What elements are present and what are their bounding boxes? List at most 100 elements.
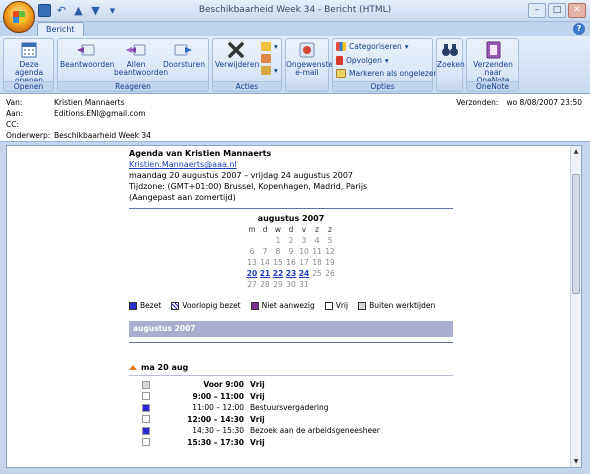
junk-mail-icon [299,42,315,58]
calendar-grid: m d w d v z z 1 2 3 4 5 6 7 8 9 10 11 12 13 14 15 16 17 18 19 20 21… [236,225,346,289]
group-onenote: Verzenden naar OneNote OneNote [466,38,519,92]
ribbon: Deze agenda openen Openen Beantwoorden A… [0,36,590,94]
agenda-dst: (Aangepast aan zomertijd) [129,193,236,202]
office-button[interactable] [3,1,35,33]
title-bar: ↶ ▲ ▼ ▾ Beschikbaarheid Week 34 - Berich… [0,0,590,33]
day-divider [129,375,453,376]
legend-item: Bezet [129,301,161,310]
calendar-day-header: d [288,225,294,234]
legend-label: Buiten werktijden [369,301,436,310]
mini-calendar: augustus 2007 m d w d v z z 1 2 3 4 5 6 7 8 9 10 11 12 13 14… [236,214,346,289]
to-row: Aan: Editions.ENI@gmail.com [6,109,146,118]
mark-unread-button[interactable]: Markeren als ongelezen [336,69,438,78]
calendar-day[interactable]: 23 [285,269,298,278]
calendar-day: 13 [247,258,257,267]
time-slot-row: 15:30 – 17:30 Vrij [129,437,453,449]
group-opties: Categoriseren ▾ Opvolgen ▾ Markeren als on… [332,38,438,92]
slot-status-box [142,438,150,447]
calendar-day: 7 [262,247,268,256]
legend-swatch [129,301,137,310]
from-value[interactable]: Kristien Mannaerts [54,98,125,107]
slot-time: 15:30 – 17:30 [187,437,244,447]
forward-label: Doorsturen [163,60,205,69]
slot-time: Voor 9:00 [203,380,244,390]
slot-time: 12:00 – 14:30 [187,414,244,424]
find-label: Zoeken [437,60,465,69]
close-icon[interactable]: ✕ [568,3,586,18]
move-folder-icon [261,42,271,51]
group-label-opties: Opties [333,81,432,91]
calendar-day: 27 [247,280,257,289]
vertical-scrollbar[interactable]: ▲ ▼ [570,146,581,467]
cc-row: CC: [6,120,54,129]
legend-swatch [250,301,259,310]
tab-bericht[interactable]: Bericht [37,22,84,37]
slot-description: Vrij [250,380,265,390]
help-icon[interactable]: ? [573,23,585,35]
maximize-icon[interactable]: □ [548,3,566,18]
calendar-day: 3 [301,236,307,245]
calendar-day: 31 [299,280,309,289]
open-calendar-button[interactable]: Deze agenda openen [6,41,52,85]
ribbon-tabs: Bericht ? [0,22,590,37]
slot-status-box [142,426,150,435]
subject-row: Onderwerp: Beschikbaarheid Week 34 [6,131,151,140]
message-body[interactable]: Agenda van Kristien Mannaerts Kristien.M… [6,145,582,468]
calendar-day: 6 [249,247,255,256]
slot-status-box [142,392,150,401]
scroll-down-icon[interactable]: ▼ [571,456,581,467]
slot-time: 9:00 – 11:00 [192,391,244,401]
collapse-triangle-icon[interactable] [129,365,137,370]
delete-button[interactable]: Verwijderen [215,41,259,69]
reply-all-icon [126,44,146,56]
calendar-day-header: d [262,225,268,234]
calendar-empty-cell [324,280,337,289]
calendar-day: 26 [325,269,335,278]
create-rule-button[interactable] [261,54,271,63]
scroll-thumb[interactable] [572,174,580,294]
calendar-day[interactable]: 21 [259,269,272,278]
agenda-title: Agenda van Kristien Mannaerts [129,149,272,158]
calendar-day[interactable]: 20 [246,269,259,278]
to-value[interactable]: Editions.ENI@gmail.com [54,109,146,118]
reply-button[interactable]: Beantwoorden [60,41,114,69]
subject-label: Onderwerp: [6,131,51,140]
calendar-day[interactable]: 24 [298,269,311,278]
forward-button[interactable]: Doorsturen [162,41,206,69]
scroll-up-icon[interactable]: ▲ [571,146,581,157]
categorize-button[interactable]: Categoriseren ▾ [336,42,408,51]
from-label: Van: [6,98,23,107]
day-header[interactable]: ma 20 aug [129,363,453,372]
legend-swatch [358,301,367,310]
calendar-month-title: augustus 2007 [257,214,325,223]
time-slot-row: 11:00 – 12:00 Bestuursvergadering [129,402,453,414]
send-onenote-button[interactable]: Verzenden naar OneNote [469,41,517,85]
other-actions-button[interactable]: ▾ [261,66,278,75]
month-bar: augustus 2007 [129,321,453,337]
legend-item: Vrij [324,301,348,310]
calendar-day: 18 [312,258,322,267]
calendar-day-header: w [274,225,282,234]
minimize-icon[interactable]: – [528,3,546,18]
time-slot-row: Voor 9:00 Vrij [129,379,453,391]
sent-value: wo 8/08/2007 23:50 [506,98,582,107]
calendar-day: 16 [286,258,296,267]
calendar-day[interactable]: 22 [272,269,285,278]
subject-value: Beschikbaarheid Week 34 [54,131,151,140]
followup-button[interactable]: Opvolgen ▾ [336,56,389,65]
calendar-day: 4 [314,236,320,245]
move-button[interactable]: ▾ [261,42,278,51]
calendar-day: 29 [273,280,283,289]
reply-all-button[interactable]: Allen beantwoorden [114,41,168,77]
agenda-timezone: Tijdzone: (GMT+01:00) Brussel, Kopenhage… [129,182,368,191]
calendar-day-header: z [328,225,332,234]
agenda-email-link[interactable]: Kristien.Mannaerts@aaa.nl [129,159,453,170]
find-button[interactable]: Zoeken [437,41,465,69]
divider [129,342,453,343]
group-label-reageren: Reageren [58,81,208,91]
calendar-day-header: v [301,225,307,234]
agenda-range: maandag 20 augustus 2007 – vrijdag 24 au… [129,171,354,180]
slot-description: Bestuursvergadering [250,403,329,413]
group-openen: Deze agenda openen Openen [3,38,54,92]
junk-mail-button[interactable]: Ongewenste e-mail [286,41,333,77]
